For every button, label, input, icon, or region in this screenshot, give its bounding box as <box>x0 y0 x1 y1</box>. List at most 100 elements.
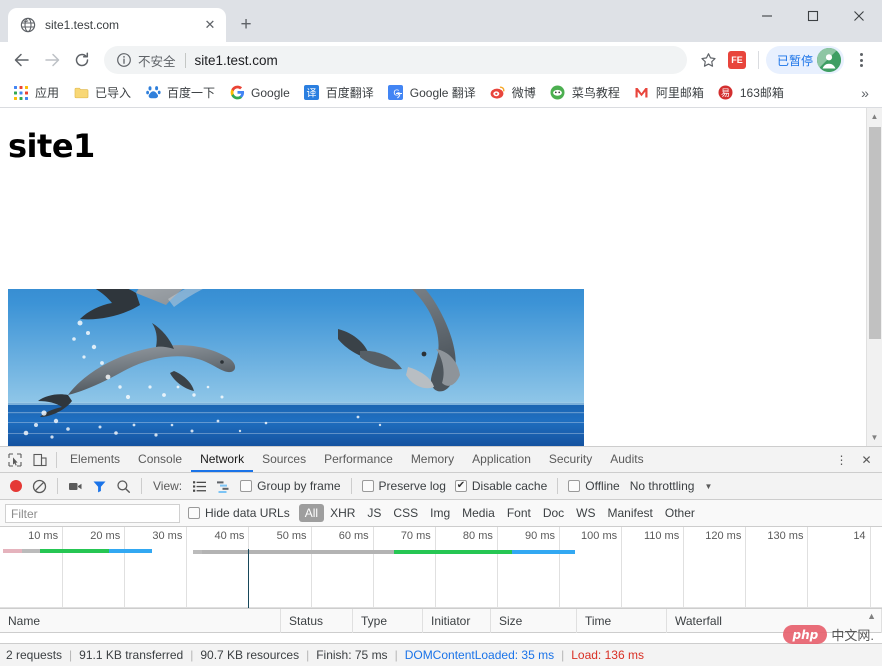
column-header-type[interactable]: Type <box>353 608 423 633</box>
column-header-status[interactable]: Status <box>281 608 353 633</box>
search-icon[interactable] <box>113 476 134 497</box>
toolbar-divider <box>757 51 759 69</box>
tab-application[interactable]: Application <box>463 447 540 472</box>
network-request-list[interactable] <box>0 633 882 643</box>
chip-img[interactable]: Img <box>424 504 456 522</box>
bookmark-google-translate[interactable]: G Google 翻译 <box>381 81 483 105</box>
bookmark-baidu[interactable]: 百度一下 <box>138 81 222 105</box>
overview-bar-segment <box>192 550 202 554</box>
timeline-tick-label: 10 ms <box>28 530 59 542</box>
new-tab-button[interactable]: + <box>232 11 260 39</box>
baidu-icon <box>145 85 161 101</box>
chip-all[interactable]: All <box>298 504 325 522</box>
timeline-tick-label: 110 ms <box>643 530 680 542</box>
column-header-size[interactable]: Size <box>491 608 577 633</box>
devtools-close-button[interactable]: ✕ <box>854 447 879 472</box>
bookmark-star-icon[interactable] <box>695 46 723 74</box>
status-divider: | <box>190 648 194 662</box>
status-divider: | <box>69 648 73 662</box>
network-toolbar: View: Group by frame Preserve log Disabl… <box>0 473 882 500</box>
extension-icon[interactable]: FE <box>727 51 746 69</box>
checkbox-label: Group by frame <box>257 479 341 493</box>
waterfall-view-icon[interactable] <box>213 476 234 497</box>
scroll-up-arrow[interactable]: ▲ <box>867 108 882 125</box>
preserve-log-checkbox[interactable]: Preserve log <box>361 479 446 493</box>
profile-paused-pill[interactable]: 已暂停 <box>765 46 844 74</box>
bookmark-baidu-fanyi[interactable]: 译 百度翻译 <box>297 81 381 105</box>
tab-security[interactable]: Security <box>540 447 601 472</box>
tab-console[interactable]: Console <box>129 447 191 472</box>
timeline-playhead[interactable] <box>248 549 250 608</box>
toolbar-divider <box>57 478 58 494</box>
tab-close-icon[interactable]: ✕ <box>202 17 218 33</box>
chip-js[interactable]: JS <box>361 504 387 522</box>
tab-network[interactable]: Network <box>191 447 253 472</box>
scroll-down-arrow[interactable]: ▼ <box>867 429 882 446</box>
network-overview-timeline[interactable]: 10 ms 20 ms 30 ms 40 ms 50 ms 60 ms 70 ms 80 ms… <box>0 527 882 609</box>
chip-manifest[interactable]: Manifest <box>602 504 659 522</box>
forward-button[interactable] <box>38 46 66 74</box>
network-table-header: Name Status Type Initiator Size Time Waterfall… <box>0 608 882 633</box>
chip-media[interactable]: Media <box>456 504 501 522</box>
tab-sources[interactable]: Sources <box>253 447 315 472</box>
tab-elements[interactable]: Elements <box>61 447 129 472</box>
chip-xhr[interactable]: XHR <box>324 504 361 522</box>
chip-css[interactable]: CSS <box>387 504 424 522</box>
tab-audits[interactable]: Audits <box>601 447 652 472</box>
overview-bar-segment <box>3 549 22 553</box>
disable-cache-checkbox[interactable]: Disable cache <box>454 479 547 493</box>
column-header-waterfall[interactable]: Waterfall <box>667 608 882 633</box>
group-by-frame-checkbox[interactable]: Group by frame <box>240 479 341 493</box>
chip-ws[interactable]: WS <box>570 504 601 522</box>
devtools-more-button[interactable]: ⋮ <box>829 447 854 472</box>
browser-menu-button[interactable] <box>848 46 874 74</box>
minimize-button[interactable] <box>744 0 790 32</box>
chip-doc[interactable]: Doc <box>537 504 570 522</box>
filter-input[interactable]: Filter <box>5 503 180 523</box>
fanyi-icon: 译 <box>304 85 320 101</box>
throttling-select[interactable]: No throttling <box>630 479 695 493</box>
column-header-name[interactable]: Name <box>0 608 281 633</box>
bookmark-google[interactable]: Google <box>222 81 297 105</box>
column-header-time[interactable]: Time <box>577 608 667 633</box>
chip-font[interactable]: Font <box>501 504 537 522</box>
bookmarks-overflow-button[interactable]: » <box>854 81 876 105</box>
back-button[interactable] <box>8 46 36 74</box>
bookmark-runoob[interactable]: 菜鸟教程 <box>543 81 627 105</box>
filter-icon[interactable] <box>89 476 110 497</box>
scrollbar-thumb[interactable] <box>868 127 881 339</box>
timeline-tick-label: 50 ms <box>276 530 307 542</box>
list-view-icon[interactable] <box>189 476 210 497</box>
maximize-button[interactable] <box>790 0 836 32</box>
tab-memory[interactable]: Memory <box>402 447 463 472</box>
reload-button[interactable] <box>68 46 96 74</box>
hide-data-urls-checkbox[interactable]: Hide data URLs <box>188 506 290 520</box>
page-scrollbar[interactable]: ▲ ▼ <box>866 108 882 446</box>
bookmark-imported[interactable]: 已导入 <box>66 81 138 105</box>
chevron-down-icon[interactable]: ▼ <box>704 482 712 491</box>
column-header-initiator[interactable]: Initiator <box>423 608 491 633</box>
bookmark-apps[interactable]: 应用 <box>6 81 66 105</box>
bookmark-alimail[interactable]: 阿里邮箱 <box>627 81 711 105</box>
bookmarks-bar: 应用 已导入 百度一下 Google 译 百度翻译 G Google 翻译 微博… <box>0 78 882 108</box>
chip-other[interactable]: Other <box>659 504 701 522</box>
browser-tab[interactable]: site1.test.com ✕ <box>8 8 226 42</box>
timeline-gridline <box>621 527 623 608</box>
timeline-tick-label: 30 ms <box>152 530 183 542</box>
bookmark-weibo[interactable]: 微博 <box>483 81 543 105</box>
tab-performance[interactable]: Performance <box>315 447 402 472</box>
record-button[interactable] <box>10 480 22 492</box>
clear-button[interactable] <box>29 476 50 497</box>
screenshot-capture-icon[interactable] <box>65 476 86 497</box>
url-text: site1.test.com <box>194 52 278 68</box>
address-bar[interactable]: 不安全 site1.test.com <box>104 46 687 74</box>
close-button[interactable] <box>836 0 882 32</box>
offline-checkbox[interactable]: Offline <box>568 479 620 493</box>
timeline-gridline <box>496 527 498 608</box>
device-toolbar-icon[interactable] <box>27 447 52 472</box>
bookmark-label: 百度一下 <box>167 86 216 100</box>
bookmark-163mail[interactable]: 易 163邮箱 <box>711 81 791 105</box>
timeline-tick-label: 20 ms <box>90 530 121 542</box>
scrollbar-track[interactable] <box>867 125 882 429</box>
inspect-element-icon[interactable] <box>2 447 27 472</box>
